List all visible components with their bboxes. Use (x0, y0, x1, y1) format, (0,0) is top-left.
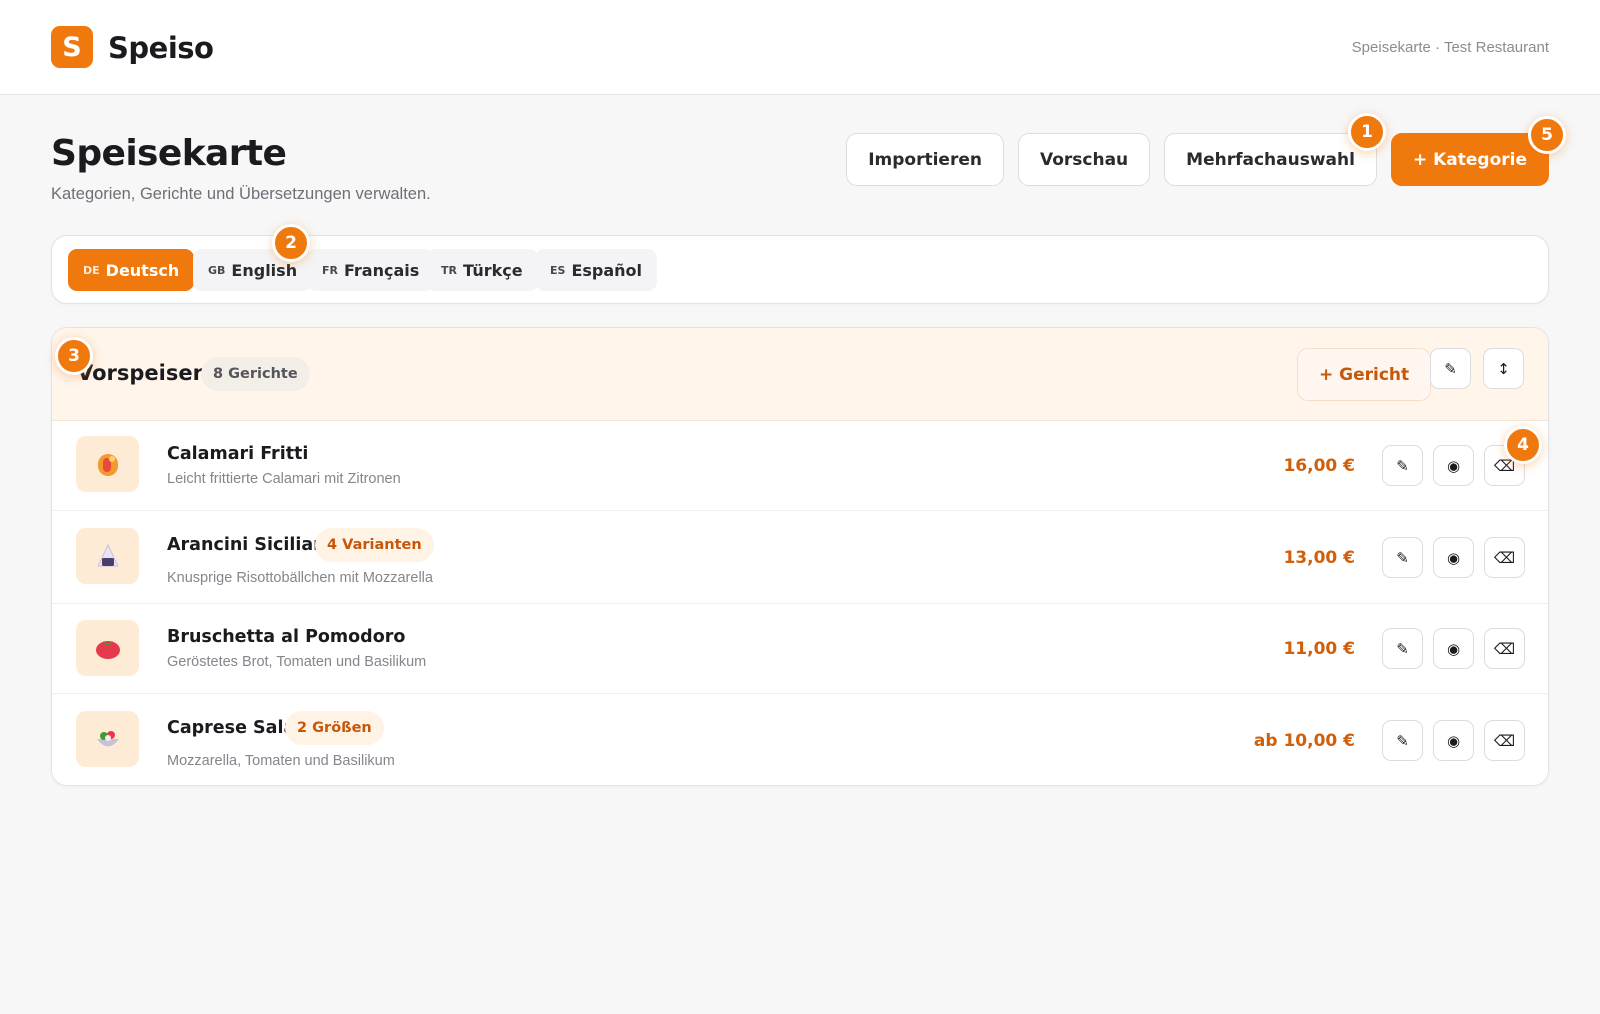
dish-row[interactable]: Arancini Siciliani 4 Varianten Knusprige… (52, 511, 1548, 604)
language-label: English (231, 260, 298, 280)
multi-select-button[interactable]: Mehrfachauswahl (1164, 133, 1377, 186)
tab-language-tr[interactable]: TR Türkçe (426, 249, 538, 291)
category-header: Vorspeisen 8 Gerichte + Gericht ✎ ↕ (52, 328, 1548, 421)
edit-dish-button[interactable]: ✎ (1382, 445, 1423, 486)
page-title: Speisekarte (51, 133, 287, 174)
add-dish-button[interactable]: + Gericht (1297, 348, 1432, 401)
dish-count-badge: 8 Gerichte (201, 357, 310, 391)
pencil-icon: ✎ (1396, 731, 1409, 750)
calamari-icon (97, 454, 118, 476)
dish-row[interactable]: Calamari Fritti Leicht frittierte Calama… (52, 421, 1548, 511)
eye-icon: ◉ (1446, 456, 1461, 475)
language-label: Español (571, 260, 643, 280)
eye-icon: ◉ (1446, 548, 1461, 567)
header-actions: Importieren Vorschau Mehrfachauswahl + K… (846, 133, 1549, 186)
edit-dish-button[interactable]: ✎ (1382, 720, 1423, 761)
dish-thumbnail (76, 436, 139, 492)
onigiri-icon (96, 543, 119, 567)
language-label: Türkçe (462, 260, 523, 280)
dish-name: Calamari Fritti (167, 444, 309, 464)
category-card: Vorspeisen 8 Gerichte + Gericht ✎ ↕ Cala… (51, 327, 1549, 786)
tab-language-de[interactable]: DE Deutsch (68, 249, 195, 291)
tab-language-es[interactable]: ES Español (535, 249, 658, 291)
eye-icon: ◉ (1446, 731, 1461, 750)
delete-dish-button[interactable]: ⌫ (1484, 720, 1525, 761)
app-name[interactable]: Speiso (108, 31, 214, 65)
toggle-visibility-button[interactable]: ◉ (1433, 537, 1474, 578)
dish-price: ab 10,00 € (1253, 731, 1355, 751)
tomato-icon (95, 641, 120, 659)
top-bar: S Speiso Speisekarte · Test Restaurant (0, 0, 1600, 95)
delete-icon: ⌫ (1493, 731, 1516, 750)
reorder-category-button[interactable]: ↕ (1483, 348, 1524, 389)
edit-dish-button[interactable]: ✎ (1382, 628, 1423, 669)
dish-name: Caprese Salat (167, 718, 304, 738)
delete-icon: ⌫ (1493, 548, 1516, 567)
language-label: Deutsch (105, 260, 180, 280)
variants-badge: 4 Varianten (315, 528, 434, 562)
salad-icon (96, 731, 119, 747)
delete-dish-button[interactable]: ⌫ (1484, 628, 1525, 669)
language-label: Français (343, 260, 420, 280)
preview-button[interactable]: Vorschau (1017, 133, 1151, 186)
delete-icon: ⌫ (1493, 639, 1516, 658)
pencil-icon: ✎ (1396, 456, 1409, 475)
restaurant-context: Speisekarte · Test Restaurant (1351, 39, 1549, 56)
reorder-icon: ↕ (1497, 359, 1510, 378)
delete-dish-button[interactable]: ⌫ (1484, 537, 1525, 578)
edit-dish-button[interactable]: ✎ (1382, 537, 1423, 578)
tour-step-badge[interactable]: 3 (55, 337, 93, 375)
dish-description: Leicht frittierte Calamari mit Zitronen (167, 471, 401, 487)
tour-step-badge[interactable]: 5 (1528, 116, 1566, 154)
language-code: ES (550, 263, 566, 277)
pencil-icon: ✎ (1396, 639, 1409, 658)
tour-step-badge[interactable]: 2 (272, 224, 310, 262)
category-title[interactable]: Vorspeisen (77, 361, 208, 385)
add-category-button[interactable]: + Kategorie (1390, 133, 1549, 186)
tour-step-badge[interactable]: 4 (1504, 426, 1542, 464)
tour-step-badge[interactable]: 1 (1348, 113, 1386, 151)
dish-description: Knusprige Risottobällchen mit Mozzarella (167, 570, 433, 586)
language-code: DE (83, 263, 100, 277)
dish-description: Mozzarella, Tomaten und Basilikum (167, 753, 395, 769)
dish-price: 11,00 € (1283, 639, 1355, 659)
language-code: FR (322, 263, 338, 277)
pencil-icon: ✎ (1444, 359, 1457, 378)
tab-language-fr[interactable]: FR Français (307, 249, 435, 291)
dish-thumbnail (76, 528, 139, 584)
toggle-visibility-button[interactable]: ◉ (1433, 720, 1474, 761)
dish-row[interactable]: Caprese Salat 2 Größen Mozzarella, Tomat… (52, 694, 1548, 785)
dish-price: 16,00 € (1283, 456, 1355, 476)
dish-thumbnail (76, 620, 139, 676)
dish-row[interactable]: Bruschetta al Pomodoro Geröstetes Brot, … (52, 604, 1548, 694)
pencil-icon: ✎ (1396, 548, 1409, 567)
page-subtitle: Kategorien, Gerichte und Übersetzungen v… (51, 185, 431, 203)
toggle-visibility-button[interactable]: ◉ (1433, 628, 1474, 669)
dish-thumbnail (76, 711, 139, 767)
dish-price: 13,00 € (1283, 548, 1355, 568)
toggle-visibility-button[interactable]: ◉ (1433, 445, 1474, 486)
import-button[interactable]: Importieren (846, 133, 1004, 186)
dish-name: Arancini Siciliani (167, 535, 332, 555)
edit-category-button[interactable]: ✎ (1430, 348, 1471, 389)
dish-description: Geröstetes Brot, Tomaten und Basilikum (167, 654, 427, 670)
app-logo-icon[interactable]: S (51, 26, 93, 68)
dish-name: Bruschetta al Pomodoro (167, 627, 406, 647)
sizes-badge: 2 Größen (285, 711, 384, 745)
eye-icon: ◉ (1446, 639, 1461, 658)
language-code: TR (441, 263, 457, 277)
language-code: GB (208, 263, 226, 277)
